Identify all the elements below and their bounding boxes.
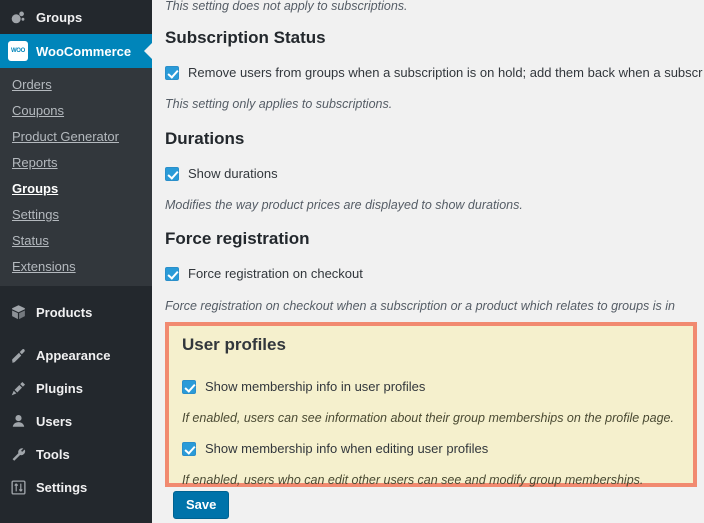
sidebar-subitem-status[interactable]: Status <box>0 228 152 254</box>
description-force-registration: Force registration on checkout when a su… <box>165 299 675 313</box>
setting-row-show-durations[interactable]: Show durations <box>165 166 278 182</box>
sidebar-subitem-groups[interactable]: Groups <box>0 176 152 202</box>
setting-row-remove-users-on-hold[interactable]: Remove users from groups when a subscrip… <box>165 65 702 81</box>
sidebar-separator-2 <box>0 330 152 339</box>
description-show-membership-info: If enabled, users can see information ab… <box>182 411 674 425</box>
sliders-icon <box>8 478 28 498</box>
checkbox-show-membership-info[interactable] <box>182 380 196 394</box>
description-durations: Modifies the way product prices are disp… <box>165 198 523 212</box>
sidebar-item-label: Products <box>36 305 93 320</box>
groups-bubbles-icon <box>8 7 28 27</box>
checkbox-label: Remove users from groups when a subscrip… <box>188 65 703 80</box>
checkbox-force-registration[interactable] <box>165 267 179 281</box>
sidebar-subitem-orders[interactable]: Orders <box>0 72 152 98</box>
section-title-durations: Durations <box>165 129 245 148</box>
wordpress-admin-screen: Groups WOO WooCommerce Orders Coupons Pr… <box>0 0 704 523</box>
save-button[interactable]: Save <box>173 491 230 519</box>
checkbox-show-membership-info-editing[interactable] <box>182 442 196 456</box>
sidebar-item-products[interactable]: Products <box>0 295 152 330</box>
description-subscription-status: This setting only applies to subscriptio… <box>165 97 393 111</box>
sidebar-item-label: Users <box>36 414 73 429</box>
sidebar-item-users[interactable]: Users <box>0 405 152 438</box>
sidebar-subitem-extensions[interactable]: Extensions <box>0 254 152 280</box>
sidebar-subitem-settings[interactable]: Settings <box>0 202 152 228</box>
wrench-icon <box>8 445 28 465</box>
box-icon <box>8 303 28 323</box>
sidebar-item-settings[interactable]: Settings <box>0 471 152 504</box>
checkbox-label: Show membership info when editing user p… <box>205 441 489 456</box>
admin-sidebar-menu: Groups WOO WooCommerce Orders Coupons Pr… <box>0 0 152 523</box>
sidebar-item-label: Plugins <box>36 381 83 396</box>
sidebar-item-woocommerce[interactable]: WOO WooCommerce <box>0 34 152 68</box>
checkbox-show-durations[interactable] <box>165 167 179 181</box>
description-show-membership-info-editing: If enabled, users who can edit other use… <box>182 473 644 487</box>
section-title-user-profiles: User profiles <box>182 335 286 354</box>
sidebar-subitem-reports[interactable]: Reports <box>0 150 152 176</box>
sidebar-item-groups-top[interactable]: Groups <box>0 0 152 34</box>
sidebar-item-plugins[interactable]: Plugins <box>0 372 152 405</box>
setting-row-show-membership-info-editing[interactable]: Show membership info when editing user p… <box>182 441 693 457</box>
sidebar-item-label: Groups <box>36 9 83 25</box>
sidebar-separator <box>0 286 152 295</box>
checkbox-remove-users-on-hold[interactable] <box>165 66 179 80</box>
section-title-subscription-status: Subscription Status <box>165 28 326 47</box>
sidebar-item-label: Tools <box>36 447 70 462</box>
sidebar-subitem-product-generator[interactable]: Product Generator <box>0 124 152 150</box>
sidebar-item-label: WooCommerce <box>36 43 132 59</box>
woocommerce-submenu: Orders Coupons Product Generator Reports… <box>0 68 152 286</box>
sidebar-item-tools[interactable]: Tools <box>0 438 152 471</box>
checkbox-label: Show durations <box>188 166 278 181</box>
setting-row-show-membership-info[interactable]: Show membership info in user profiles <box>182 379 693 395</box>
checkbox-label: Show membership info in user profiles <box>205 379 426 394</box>
top-partial-description: This setting does not apply to subscript… <box>165 0 408 13</box>
sidebar-subitem-coupons[interactable]: Coupons <box>0 98 152 124</box>
user-profiles-highlight-panel: User profiles Show membership info in us… <box>165 322 697 487</box>
user-icon <box>8 412 28 432</box>
plug-icon <box>8 379 28 399</box>
sidebar-item-appearance[interactable]: Appearance <box>0 339 152 372</box>
checkbox-label: Force registration on checkout <box>188 266 363 281</box>
paintbrush-icon <box>8 346 28 366</box>
setting-row-force-registration[interactable]: Force registration on checkout <box>165 266 363 282</box>
section-title-force-registration: Force registration <box>165 229 310 248</box>
sidebar-item-label: Settings <box>36 480 88 495</box>
woocommerce-icon: WOO <box>8 41 28 61</box>
sidebar-item-label: Appearance <box>36 348 111 363</box>
